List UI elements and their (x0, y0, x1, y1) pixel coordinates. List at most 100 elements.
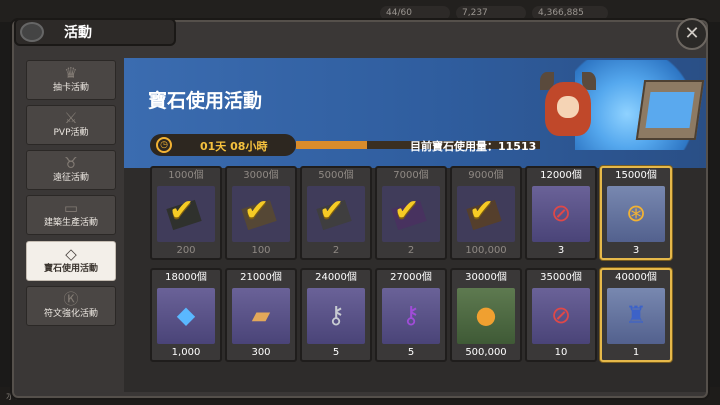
reward-card[interactable]: 30000個 ● 500,000 (450, 268, 522, 362)
reward-card[interactable]: 5000個 ✔ 2 (300, 166, 372, 260)
reward-image: ✔ (457, 186, 515, 242)
red-token-icon: ⊘ (550, 301, 572, 329)
reward-quantity: 200 (176, 245, 196, 256)
bread-icon: ▰ (251, 301, 271, 329)
sidebar-item-label: 抽卡活動 (52, 83, 89, 93)
check-icon: ✔ (394, 193, 420, 228)
swords-icon: ⚔ (64, 109, 78, 127)
reward-card[interactable]: 40000個 ♜ 1 (600, 268, 672, 362)
reward-threshold: 1000個 (168, 170, 204, 181)
diamond-icon: ◆ (176, 301, 196, 329)
sidebar-item-gem-usage[interactable]: ◇ 寶石使用活動 (26, 241, 116, 281)
sidebar-item-label: 寶石使用活動 (43, 264, 98, 274)
reward-image: ▰ (232, 288, 290, 344)
coin-icon: ● (475, 301, 497, 329)
reward-card[interactable]: 15000個 ⊛ 3 (600, 166, 672, 260)
reward-image: ⚷ (382, 288, 440, 344)
reward-image: ♜ (607, 288, 665, 344)
reward-threshold: 7000個 (393, 170, 429, 181)
rune-icon: Ⓚ (63, 290, 79, 308)
sidebar-item-label: 建築生產活動 (43, 218, 98, 228)
reward-quantity: 2 (407, 245, 415, 256)
check-icon: ✔ (244, 193, 270, 228)
close-button[interactable]: ✕ (676, 18, 708, 50)
gem-usage-label: 目前寶石使用量： (410, 140, 498, 153)
check-icon: ✔ (319, 193, 345, 228)
reward-image: ⚷ (307, 288, 365, 344)
reward-image: ● (457, 288, 515, 344)
reward-image: ◆ (157, 288, 215, 344)
red-token-icon: ⊘ (550, 199, 572, 227)
reward-quantity: 1,000 (171, 347, 201, 358)
reward-quantity: 500,000 (465, 347, 507, 358)
timer-pill: ◷ 01天 08小時 (150, 134, 296, 156)
reward-image: ⊛ (607, 186, 665, 242)
event-title: 寶石使用活動 (148, 90, 263, 112)
bread-icon: ▭ (63, 199, 79, 217)
reward-quantity: 5 (332, 347, 340, 358)
event-timer-bar: ◷ 01天 08小時 目前寶石使用量：11513 (150, 134, 690, 156)
reward-card[interactable]: 7000個 ✔ 2 (375, 166, 447, 260)
reward-card[interactable]: 12000個 ⊘ 3 (525, 166, 597, 260)
reward-image: ✔ (232, 186, 290, 242)
reward-threshold: 27000個 (390, 272, 432, 283)
reward-quantity: 5 (407, 347, 415, 358)
timer-text: 01天 08小時 (200, 140, 268, 153)
reward-quantity: 1 (632, 347, 640, 358)
sidebar-item-label: PVP活動 (53, 128, 89, 138)
hud-stat-1-text: 44/60 (386, 8, 412, 18)
reward-card[interactable]: 35000個 ⊘ 10 (525, 268, 597, 362)
gem-usage-display: 目前寶石使用量：11513 (410, 138, 536, 154)
sidebar-item-rune[interactable]: Ⓚ 符文強化活動 (26, 286, 116, 326)
reward-image: ⊘ (532, 288, 590, 344)
hud-stat-2-text: 7,237 (462, 8, 488, 18)
reward-quantity: 100 (251, 245, 271, 256)
reward-card[interactable]: 21000個 ▰ 300 (225, 268, 297, 362)
blue-medal-icon: ⊛ (625, 199, 647, 227)
gem-icon: ◇ (65, 245, 77, 263)
timer-progress-fill (296, 141, 367, 149)
reward-threshold: 12000個 (540, 170, 582, 181)
reward-quantity: 3 (632, 245, 640, 256)
sidebar-item-gacha[interactable]: ♛ 抽卡活動 (26, 60, 116, 100)
reward-threshold: 18000個 (165, 272, 207, 283)
reward-quantity: 10 (554, 347, 568, 358)
reward-threshold: 3000個 (243, 170, 279, 181)
sidebar-item-expedition[interactable]: ♉ 遠征活動 (26, 150, 116, 190)
sidebar-item-label: 符文強化活動 (43, 309, 98, 319)
key-icon: ⚷ (327, 301, 345, 329)
sidebar-item-pvp[interactable]: ⚔ PVP活動 (26, 105, 116, 145)
reward-threshold: 30000個 (465, 272, 507, 283)
reward-card[interactable]: 24000個 ⚷ 5 (300, 268, 372, 362)
clock-icon: ◷ (156, 137, 172, 153)
knight-helmet-icon: ♜ (625, 301, 647, 329)
check-icon: ✔ (469, 193, 495, 228)
check-icon: ✔ (169, 193, 195, 228)
reward-card[interactable]: 3000個 ✔ 100 (225, 166, 297, 260)
reward-threshold: 9000個 (468, 170, 504, 181)
gem-usage-value: 11513 (498, 140, 537, 153)
reward-card[interactable]: 9000個 ✔ 100,000 (450, 166, 522, 260)
purple-key-icon: ⚷ (402, 301, 420, 329)
reward-image: ✔ (382, 186, 440, 242)
reward-threshold: 24000個 (315, 272, 357, 283)
treasure-chest-illustration (635, 80, 705, 140)
close-icon: ✕ (684, 23, 700, 44)
reward-threshold: 40000個 (615, 272, 657, 283)
reward-image: ✔ (157, 186, 215, 242)
reward-card[interactable]: 18000個 ◆ 1,000 (150, 268, 222, 362)
reward-quantity: 3 (557, 245, 565, 256)
hud-stat-3-text: 4,366,885 (538, 8, 584, 18)
crown-icon: ♛ (64, 64, 78, 82)
reward-quantity: 100,000 (465, 245, 507, 256)
reward-image: ⊘ (532, 186, 590, 242)
reward-card[interactable]: 27000個 ⚷ 5 (375, 268, 447, 362)
reward-threshold: 15000個 (615, 170, 657, 181)
reward-quantity: 2 (332, 245, 340, 256)
reward-threshold: 21000個 (240, 272, 282, 283)
reward-threshold: 35000個 (540, 272, 582, 283)
sidebar-item-building[interactable]: ▭ 建築生產活動 (26, 195, 116, 235)
reward-card[interactable]: 1000個 ✔ 200 (150, 166, 222, 260)
reward-image: ✔ (307, 186, 365, 242)
character-face (557, 96, 579, 118)
